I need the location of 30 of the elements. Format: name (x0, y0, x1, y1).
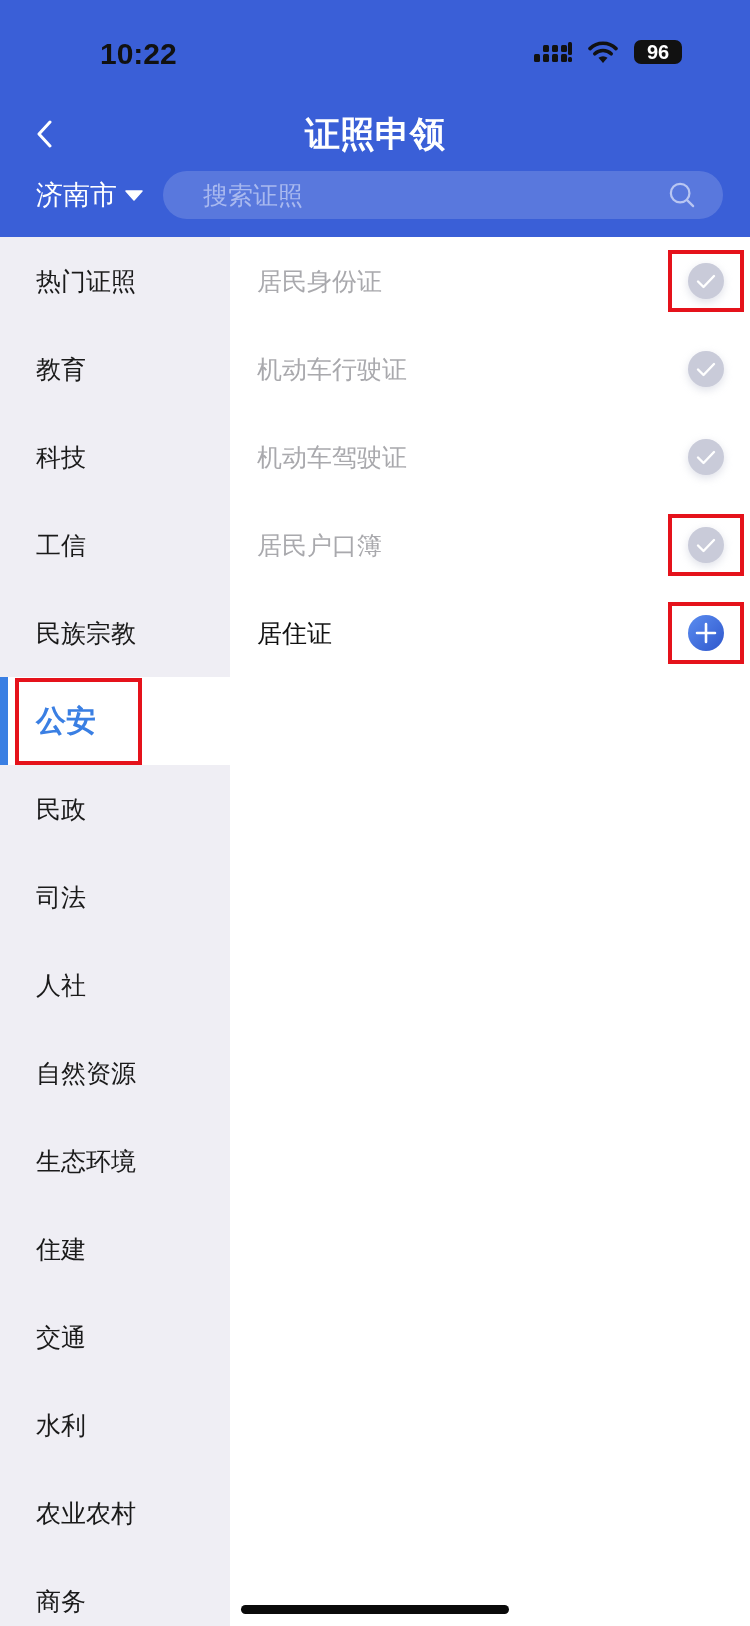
sidebar-item[interactable]: 教育 (0, 325, 230, 413)
page-title: 证照申领 (305, 112, 445, 156)
certificate-label: 居住证 (257, 617, 332, 650)
sidebar-item[interactable]: 人社 (0, 941, 230, 1029)
certificate-label: 居民身份证 (257, 265, 382, 298)
certificate-label: 机动车行驶证 (257, 353, 407, 386)
caret-down-icon (125, 189, 143, 201)
sidebar-item[interactable]: 民政 (0, 765, 230, 853)
sidebar-item[interactable]: 科技 (0, 413, 230, 501)
certificate-label: 居民户口簿 (257, 529, 382, 562)
wifi-icon (588, 41, 618, 63)
signal-icon (534, 42, 572, 62)
city-dropdown[interactable]: 济南市 (36, 177, 143, 213)
sidebar-item[interactable]: 民族宗教 (0, 589, 230, 677)
sidebar-item[interactable]: 商务 (0, 1557, 230, 1626)
sidebar-item[interactable]: 公安 (0, 677, 230, 765)
sidebar-item[interactable]: 生态环境 (0, 1117, 230, 1205)
status-time: 10:22 (100, 36, 177, 71)
battery-indicator: 96 (634, 40, 682, 64)
sidebar-item[interactable]: 农业农村 (0, 1469, 230, 1557)
sidebar-item[interactable]: 交通 (0, 1293, 230, 1381)
sidebar-item[interactable]: 热门证照 (0, 237, 230, 325)
sidebar-item[interactable]: 工信 (0, 501, 230, 589)
sidebar-item[interactable]: 住建 (0, 1205, 230, 1293)
certificate-label: 机动车驾驶证 (257, 441, 407, 474)
sidebar-item[interactable]: 水利 (0, 1381, 230, 1469)
sidebar-item[interactable]: 司法 (0, 853, 230, 941)
sidebar-item[interactable]: 自然资源 (0, 1029, 230, 1117)
plus-icon[interactable] (688, 615, 724, 651)
back-icon[interactable] (36, 120, 52, 148)
